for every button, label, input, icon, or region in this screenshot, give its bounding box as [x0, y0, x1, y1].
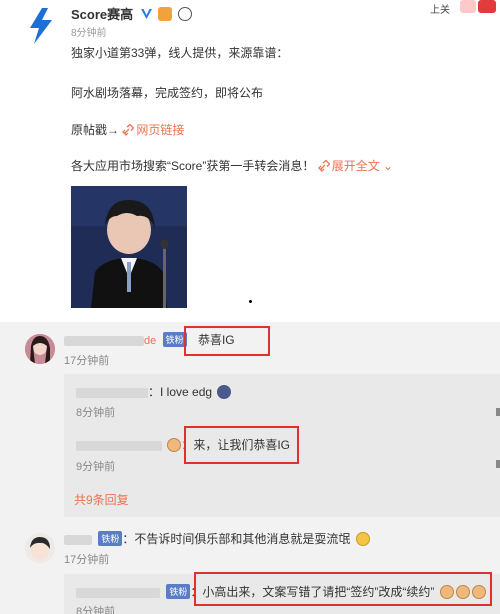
blurred-username[interactable] — [64, 534, 92, 545]
username-fragment[interactable]: de — [144, 335, 156, 347]
comment-1-time: 17分钟前 — [64, 355, 110, 367]
blurred-username[interactable] — [64, 335, 144, 346]
reply-1-text: ：I love edg — [148, 385, 213, 399]
post-line-1: 独家小道第33弹，线人提供，来源靠谱： — [71, 46, 289, 60]
member-badge-icon — [158, 7, 173, 21]
fan-badge: 铁粉 — [98, 531, 123, 546]
reply-1-time: 8分钟前 — [76, 407, 116, 419]
web-link[interactable]: 网页链接 — [122, 123, 184, 137]
author-name[interactable]: Score赛高 — [71, 7, 133, 22]
expand-full-text[interactable]: 展开全文 ⌄ — [317, 159, 393, 173]
smile-emoji-icon — [355, 532, 370, 546]
top-right-text[interactable]: 上关 — [430, 1, 450, 16]
promo-row: 各大应用市场搜索“Score”获第一手转会消息！ 展开全文 ⌄ — [71, 157, 393, 174]
verified-v-icon — [140, 9, 152, 19]
post-time: 8分钟前 — [71, 28, 107, 39]
page-dot — [249, 300, 252, 303]
avatar[interactable] — [25, 533, 55, 563]
scroll-tick — [496, 408, 500, 416]
more-replies-link[interactable]: 共9条回复 — [74, 491, 129, 508]
person-photo-illustration — [71, 186, 187, 308]
emoji-icon — [167, 438, 182, 452]
emoji-icon — [217, 385, 232, 399]
post-line-2: 阿水剧场落幕，完成签约，即将公布 — [71, 86, 264, 100]
fan-badge: 铁粉 — [162, 332, 187, 347]
link-icon — [317, 160, 330, 172]
weibo-post: Score赛高 8分钟前 上关 独家小道第33弹，线人提供，来源靠谱： 阿水剧场… — [0, 0, 500, 322]
fan-badge: 铁粉 — [166, 584, 191, 599]
link-icon — [122, 124, 135, 136]
chevron-down-icon[interactable]: ⌄ — [383, 159, 393, 173]
top-right-avatar-icon[interactable] — [478, 0, 496, 13]
expand-label[interactable]: 展开全文 — [332, 159, 380, 173]
highlight-box — [184, 326, 270, 356]
blurred-username[interactable] — [76, 587, 160, 598]
promo-text: 各大应用市场搜索“Score”获第一手转会消息！ — [71, 159, 315, 173]
reply-1: ：I love edg — [76, 383, 232, 400]
web-link-label[interactable]: 网页链接 — [136, 123, 184, 137]
reply-3-time: 8分钟前 — [76, 606, 116, 614]
scroll-tick — [496, 460, 500, 468]
highlight-box — [194, 572, 492, 606]
top-right-sticker-icon — [460, 0, 476, 13]
post-author[interactable]: Score赛高 — [71, 4, 193, 23]
top-right-controls[interactable]: 上关 — [430, 0, 496, 16]
reply-2-time: 9分钟前 — [76, 461, 116, 473]
highlight-box — [184, 426, 299, 464]
comment-2-text: ：不告诉时间俱乐部和其他消息就是耍流氓 — [122, 532, 351, 546]
origin-row: 原帖戳→ 网页链接 — [71, 121, 184, 138]
score-logo-icon[interactable] — [28, 8, 54, 44]
comment-2-header: 铁粉 ：不告诉时间俱乐部和其他消息就是耍流氓 — [64, 530, 370, 547]
origin-label: 原帖戳→ — [71, 123, 120, 137]
panda-icon — [178, 7, 193, 21]
post-photo[interactable] — [71, 186, 187, 308]
comment-2-time: 17分钟前 — [64, 554, 110, 566]
blurred-username[interactable] — [76, 387, 148, 398]
avatar[interactable] — [25, 334, 55, 364]
blurred-username[interactable] — [76, 440, 162, 451]
